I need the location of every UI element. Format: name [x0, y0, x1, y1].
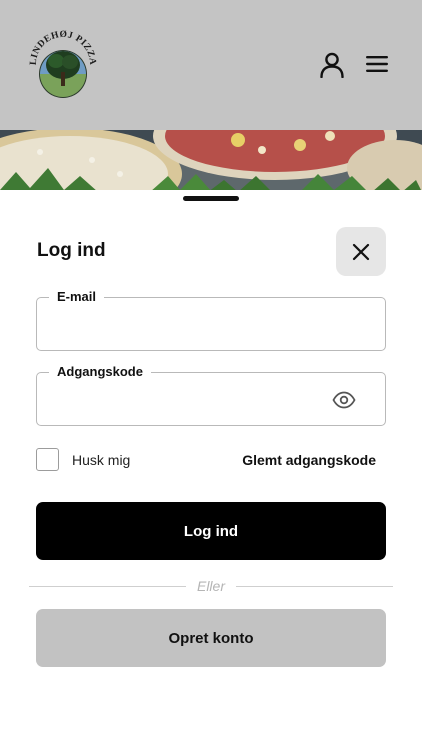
user-icon[interactable]: [318, 50, 346, 80]
remember-me[interactable]: Husk mig: [36, 448, 130, 471]
app-header: LINDEHØJ PIZZA: [0, 0, 422, 130]
divider-line-right: [236, 586, 393, 587]
remember-me-label: Husk mig: [72, 451, 131, 468]
remember-me-checkbox[interactable]: [36, 448, 59, 471]
lindehoj-pizza-logo[interactable]: LINDEHØJ PIZZA: [28, 30, 98, 100]
or-divider: Eller: [29, 577, 393, 597]
email-label: E-mail: [49, 288, 105, 306]
create-account-button[interactable]: Opret konto: [36, 609, 386, 667]
email-input[interactable]: [51, 312, 335, 338]
logo-graphic: LINDEHØJ PIZZA: [29, 30, 97, 98]
login-sheet: Log ind E-mail Adgangskode Husk mig Glem…: [0, 190, 422, 750]
password-field[interactable]: Adgangskode: [36, 363, 386, 426]
sheet-drag-handle[interactable]: [183, 196, 239, 201]
login-button[interactable]: Log ind: [36, 502, 386, 560]
password-input[interactable]: [51, 387, 335, 413]
password-label: Adgangskode: [49, 363, 151, 381]
email-field[interactable]: E-mail: [36, 288, 386, 351]
hamburger-menu-icon[interactable]: [364, 52, 390, 76]
close-icon: [352, 243, 370, 260]
eye-icon[interactable]: [331, 389, 357, 411]
login-title: Log ind: [37, 240, 106, 261]
pizza-hero-image: [0, 130, 422, 192]
forgot-password-link[interactable]: Glemt adgangskode: [242, 452, 376, 468]
close-button[interactable]: [336, 227, 386, 276]
